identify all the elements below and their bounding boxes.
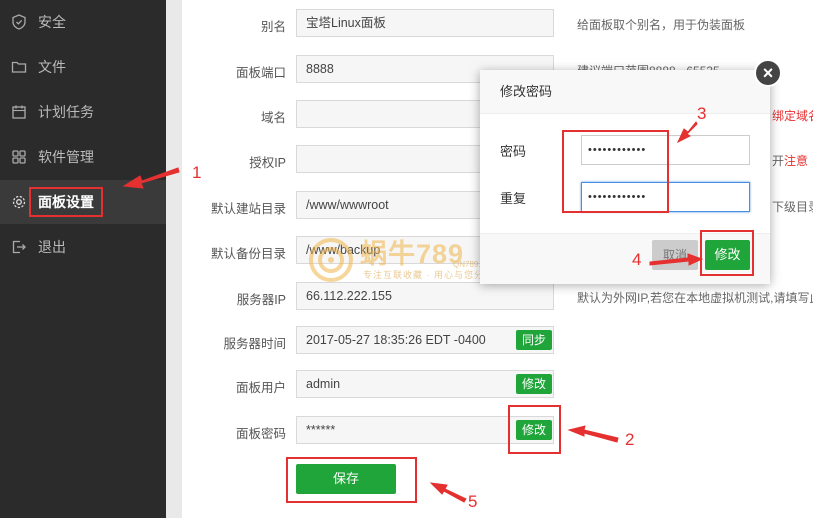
alias-input[interactable]: 宝塔Linux面板 — [296, 9, 554, 37]
sidebar-item-cron[interactable]: 计划任务 — [0, 90, 166, 134]
alias-label: 别名 — [260, 20, 286, 34]
site-dir-label: 默认建站目录 — [210, 202, 286, 216]
sidebar-item-security[interactable]: 安全 — [0, 0, 166, 44]
server-ip-label: 服务器IP — [236, 293, 286, 307]
watermark-title: 蜗牛789 — [360, 239, 465, 269]
sidebar-item-software[interactable]: 软件管理 — [0, 135, 166, 179]
watermark-subtitle: 专注互联收藏 · 用心与您分享 — [363, 270, 494, 280]
repeat-password-label: 重复 — [500, 191, 527, 206]
annotation-box-password-fields — [562, 130, 669, 213]
site-dir-hint: 下级目录 — [772, 200, 813, 214]
annotation-number-1: 1 — [192, 163, 202, 182]
auth-ip-hint-warning: 注意 — [784, 154, 809, 168]
cancel-button[interactable]: 取消 — [652, 240, 698, 270]
auth-ip-hint-text: 开 — [772, 154, 785, 168]
alias-hint: 给面板取个别名，用于伪装面板 — [577, 18, 746, 32]
panel-password-label: 面板密码 — [235, 427, 286, 441]
sidebar-item-label: 软件管理 — [38, 149, 94, 165]
auth-ip-hint: 开注意 — [772, 152, 808, 169]
folder-icon — [11, 59, 27, 75]
edit-user-button[interactable]: 修改 — [516, 374, 553, 394]
annotation-number-2: 2 — [625, 430, 635, 449]
annotation-number-3: 3 — [697, 104, 707, 123]
sidebar-item-label: 计划任务 — [38, 104, 94, 120]
port-label: 面板端口 — [235, 66, 286, 80]
backup-dir-label: 默认备份目录 — [210, 247, 286, 261]
snail-logo-icon — [309, 238, 353, 282]
domain-label: 域名 — [260, 111, 286, 125]
content-gutter — [166, 0, 182, 518]
annotation-box-panel-settings — [29, 187, 103, 217]
logout-icon — [11, 239, 27, 255]
sidebar-item-label: 退出 — [38, 239, 66, 255]
annotation-box-confirm — [700, 230, 754, 276]
close-dialog-icon[interactable]: × — [754, 59, 782, 87]
annotation-box-save — [286, 457, 417, 503]
sidebar-item-label: 文件 — [38, 59, 66, 75]
annotation-box-edit-password — [508, 405, 561, 454]
sidebar: 安全 文件 计划任务 软件管理 面板设置 退出 — [0, 0, 166, 518]
domain-hint: 绑定域名 — [772, 109, 813, 123]
server-ip-input[interactable]: 66.112.222.155 — [296, 282, 554, 310]
sidebar-item-files[interactable]: 文件 — [0, 45, 166, 89]
calendar-icon — [11, 104, 27, 120]
sidebar-item-label: 安全 — [38, 14, 66, 30]
annotation-number-4: 4 — [632, 250, 642, 269]
sync-time-button[interactable]: 同步 — [516, 330, 553, 350]
panel-user-label: 面板用户 — [235, 381, 286, 395]
gear-icon — [11, 194, 27, 210]
shield-icon — [11, 14, 27, 30]
dialog-title: 修改密码 — [480, 70, 770, 114]
password-label: 密码 — [500, 144, 527, 159]
server-time-label: 服务器时间 — [223, 337, 286, 351]
sidebar-item-logout[interactable]: 退出 — [0, 225, 166, 269]
grid-icon — [11, 149, 27, 165]
server-ip-hint: 默认为外网IP,若您在本地虚拟机测试,请填写此 — [577, 291, 813, 305]
annotation-number-5: 5 — [468, 492, 478, 511]
